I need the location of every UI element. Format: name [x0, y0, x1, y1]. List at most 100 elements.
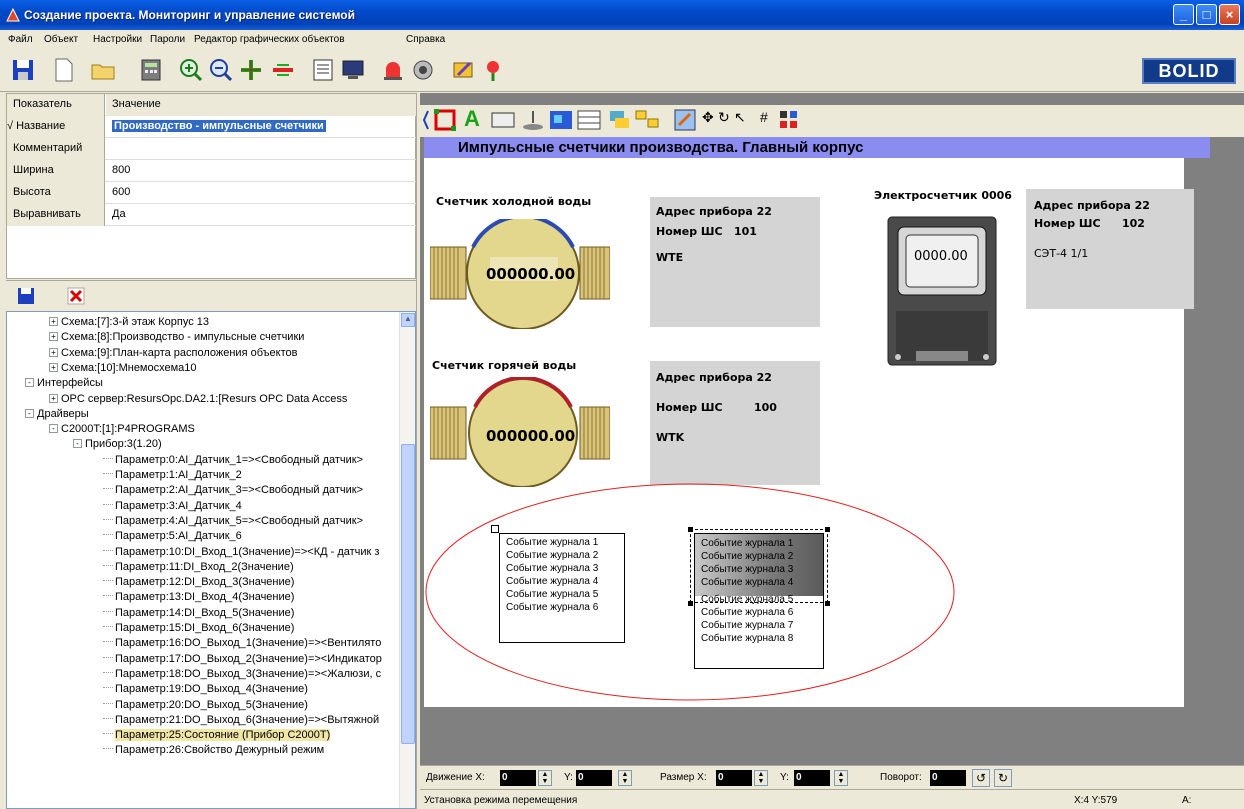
tree-item[interactable]: Параметр:21:DO_Выход_6(Значение)=><Вытяж… — [103, 714, 379, 729]
tree-item[interactable]: Параметр:15:DI_Вход_6(Значение) — [103, 622, 294, 637]
property-row-width[interactable]: Ширина 800 — [7, 160, 417, 182]
expand-icon[interactable]: + — [49, 393, 58, 403]
tree-item[interactable]: Параметр:11:DI_Вход_2(Значение) — [103, 561, 294, 576]
size-y-stepper[interactable]: ▲ ▼ — [834, 770, 848, 786]
select-frame-icon[interactable] — [432, 107, 458, 133]
tree-item[interactable]: + OPC сервер:ResursOpc.DA2.1:[Resurs OPC … — [49, 393, 347, 408]
tree-item[interactable]: Параметр:3:AI_Датчик_4 — [103, 500, 242, 515]
rectangle-tool-icon[interactable] — [490, 109, 516, 131]
calculator-icon[interactable] — [138, 57, 164, 83]
tree-item[interactable]: + Схема:[10]:Мнемосхема10 — [49, 362, 197, 377]
tree-item[interactable]: - Прибор:3(1.20) — [73, 438, 162, 453]
property-value[interactable] — [106, 138, 416, 160]
delete-icon[interactable] — [66, 286, 86, 306]
layers-tool-icon[interactable] — [606, 107, 632, 133]
menu-graphics-editor[interactable]: Редактор графических объектов — [194, 34, 345, 45]
save-icon[interactable] — [16, 286, 36, 306]
rotate-ccw-icon[interactable]: ↺ — [972, 769, 990, 787]
menu-object[interactable]: Объект — [44, 34, 78, 45]
menu-settings[interactable]: Настройки — [93, 34, 142, 45]
collapse-icon[interactable]: - — [25, 378, 34, 388]
size-y-input[interactable]: 0 — [794, 770, 830, 786]
save-icon[interactable] — [10, 57, 36, 83]
maximize-button[interactable]: □ — [1196, 4, 1217, 25]
rotate-tool-icon[interactable]: ↻ — [718, 109, 730, 126]
resize-handle[interactable] — [688, 527, 693, 532]
resize-handle[interactable] — [825, 601, 830, 606]
checklist-icon[interactable] — [310, 57, 336, 83]
collapse-icon[interactable] — [422, 109, 430, 131]
tree-item[interactable]: - Интерфейсы — [25, 377, 103, 392]
tree-item[interactable]: Параметр:14:DI_Вход_5(Значение) — [103, 607, 294, 622]
scroll-thumb[interactable] — [401, 444, 415, 744]
close-button[interactable]: × — [1219, 4, 1240, 25]
expand-icon[interactable]: + — [49, 332, 58, 342]
property-value[interactable]: Да — [106, 204, 416, 226]
tree-item[interactable]: Параметр:16:DO_Выход_1(Значение)=><Венти… — [103, 637, 381, 652]
move-y-input[interactable]: 0 — [576, 770, 612, 786]
tree-item[interactable]: Параметр:4:AI_Датчик_5=><Свободный датчи… — [103, 515, 363, 530]
property-row-align[interactable]: Выравнивать Да — [7, 204, 417, 226]
resize-handle[interactable] — [491, 525, 499, 533]
text-tool-icon[interactable]: A — [464, 106, 480, 132]
move-tool-icon[interactable]: ✥ — [702, 109, 714, 126]
tree-item[interactable]: Параметр:18:DO_Выход_3(Значение)=><Жалюз… — [103, 668, 381, 683]
properties-tool-icon[interactable] — [672, 107, 698, 133]
expand-icon[interactable]: + — [49, 317, 58, 326]
property-row-height[interactable]: Высота 600 — [7, 182, 417, 204]
group-tool-icon[interactable] — [634, 107, 660, 133]
minimize-button[interactable]: _ — [1173, 4, 1194, 25]
property-value[interactable]: Производство - импульсные счетчики — [112, 120, 326, 132]
menu-help[interactable]: Справка — [406, 34, 445, 45]
size-x-input[interactable]: 0 — [716, 770, 752, 786]
pointer-tool-icon[interactable]: ↖ — [734, 109, 746, 126]
size-x-stepper[interactable]: ▲ ▼ — [754, 770, 768, 786]
open-folder-icon[interactable] — [90, 57, 116, 83]
event-journal-1[interactable]: Событие журнала 1 Событие журнала 2 Собы… — [499, 533, 625, 643]
tree-item[interactable]: Параметр:12:DI_Вход_3(Значение) — [103, 576, 294, 591]
tree-item[interactable]: Параметр:5:AI_Датчик_6 — [103, 530, 242, 545]
rotate-input[interactable]: 0 — [930, 770, 966, 786]
property-row-name[interactable]: √ Название Производство - импульсные сче… — [7, 116, 417, 138]
schematic-page[interactable]: Импульсные счетчики производства. Главны… — [424, 137, 1210, 707]
align-tool-icon[interactable] — [778, 109, 800, 131]
alarm-light-icon[interactable] — [380, 57, 406, 83]
table-tool-icon[interactable] — [576, 107, 602, 133]
zoom-out-icon[interactable] — [208, 57, 234, 83]
expand-icon[interactable]: + — [49, 347, 58, 357]
add-icon[interactable] — [238, 57, 264, 83]
tree-item[interactable]: + Схема:[7]:3-й этаж Корпус 13 — [49, 316, 209, 331]
zoom-in-icon[interactable] — [178, 57, 204, 83]
grid-tool-icon[interactable]: # — [760, 109, 768, 125]
property-value[interactable]: 600 — [106, 182, 416, 204]
move-x-input[interactable]: 0 — [500, 770, 536, 786]
menu-passwords[interactable]: Пароли — [150, 34, 185, 45]
tree-item[interactable]: - C2000T:[1]:P4PROGRAMS — [49, 423, 195, 438]
move-x-stepper[interactable]: ▲ ▼ — [538, 770, 552, 786]
tree-item[interactable]: + Схема:[8]:Производство - импульсные сче… — [49, 331, 304, 346]
property-value[interactable]: 800 — [106, 160, 416, 182]
tree-item[interactable]: + Схема:[9]:План-карта расположения объек… — [49, 347, 297, 362]
resize-handle[interactable] — [688, 601, 693, 606]
tree-item[interactable]: - Драйверы — [25, 408, 89, 423]
tree-item[interactable]: Параметр:20:DO_Выход_5(Значение) — [103, 699, 308, 714]
electric-meter-icon[interactable] — [886, 215, 998, 367]
tree-item[interactable]: Параметр:25:Состояние (Прибор С2000Т) — [103, 729, 331, 744]
edit-icon[interactable] — [450, 57, 476, 83]
tree-scrollbar[interactable]: ▲ — [399, 312, 415, 808]
move-y-stepper[interactable]: ▲ ▼ — [618, 770, 632, 786]
tree-item[interactable]: Параметр:10:DI_Вход_1(Значение)=><КД - д… — [103, 546, 379, 561]
location-pin-icon[interactable] — [480, 57, 506, 83]
collapse-icon[interactable]: - — [25, 408, 34, 418]
tree-item[interactable]: Параметр:19:DO_Выход_4(Значение) — [103, 683, 308, 698]
collapse-icon[interactable]: - — [49, 424, 58, 434]
property-row-comment[interactable]: Комментарий — [7, 138, 417, 160]
remove-icon[interactable] — [270, 57, 296, 83]
speaker-icon[interactable] — [410, 57, 436, 83]
rotate-cw-icon[interactable]: ↻ — [994, 769, 1012, 787]
expand-icon[interactable]: + — [49, 362, 58, 372]
tree-item[interactable]: Параметр:17:DO_Выход_2(Значение)=><Индик… — [103, 653, 382, 668]
tree-item[interactable]: Параметр:0:AI_Датчик_1=><Свободный датчи… — [103, 454, 363, 469]
joystick-tool-icon[interactable] — [520, 107, 546, 133]
tree-item[interactable]: Параметр:13:DI_Вход_4(Значение) — [103, 591, 294, 606]
